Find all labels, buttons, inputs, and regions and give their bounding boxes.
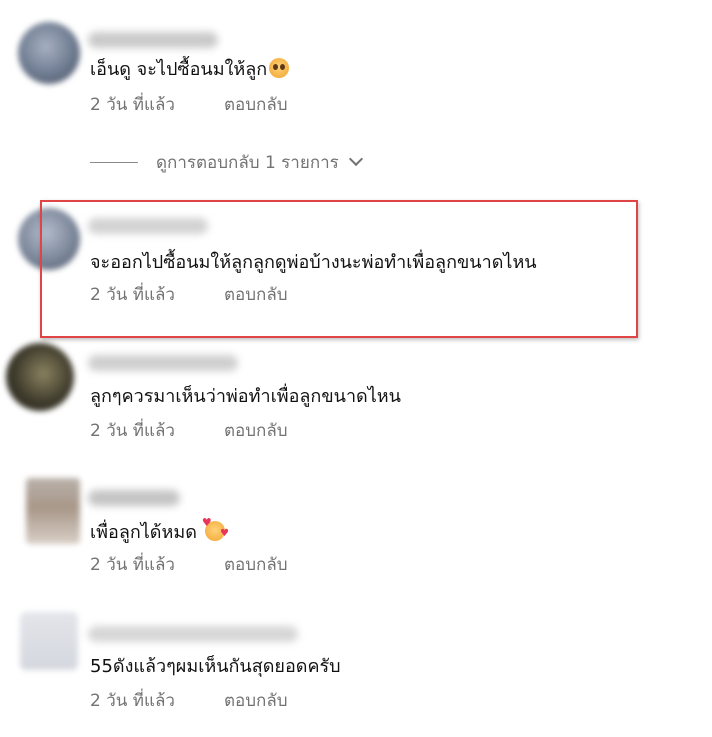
view-replies-button[interactable]: ดูการตอบกลับ 1 รายการ (90, 150, 363, 174)
comment-meta: 2 วัน ที่แล้ว ตอบกลับ (90, 94, 288, 116)
comment-text-content: เอ็นดู จะไปซื้อนมให้ลูก (90, 59, 268, 80)
user-avatar[interactable] (6, 343, 74, 411)
comment-text: 55ดังแล้วๆผมเห็นกันสุดยอดครับ (90, 655, 341, 679)
chevron-down-icon (348, 151, 363, 167)
comment-text: เอ็นดู จะไปซื้อนมให้ลูก (90, 58, 290, 82)
reply-button[interactable]: ตอบกลับ (224, 95, 288, 115)
smiling-face-with-hearts-icon (202, 517, 229, 541)
replies-divider (90, 161, 138, 163)
reply-button[interactable]: ตอบกลับ (224, 421, 288, 441)
username-blurred[interactable] (88, 355, 238, 371)
user-avatar[interactable] (26, 478, 80, 544)
reply-button[interactable]: ตอบกลับ (224, 691, 288, 711)
comment-text-content: ลูกๆควรมาเห็นว่าพ่อทำเพื่อลูกขนาดไหน (90, 386, 401, 407)
highlight-box (40, 200, 638, 338)
comment-meta: 2 วัน ที่แล้ว ตอบกลับ (90, 554, 288, 576)
username-blurred[interactable] (88, 490, 180, 506)
comment-text-content: เพื่อลูกได้หมด (90, 522, 197, 543)
comment-text: ลูกๆควรมาเห็นว่าพ่อทำเพื่อลูกขนาดไหน (90, 385, 401, 409)
comment-meta: 2 วัน ที่แล้ว ตอบกลับ (90, 690, 288, 712)
pleading-face-icon (269, 58, 290, 78)
comment-time: 2 วัน ที่แล้ว (90, 691, 175, 711)
user-avatar[interactable] (20, 612, 78, 670)
view-replies-label: ดูการตอบกลับ 1 รายการ (156, 152, 339, 173)
username-blurred[interactable] (88, 626, 298, 642)
reply-button[interactable]: ตอบกลับ (224, 555, 288, 575)
comment-time: 2 วัน ที่แล้ว (90, 555, 175, 575)
comment-meta: 2 วัน ที่แล้ว ตอบกลับ (90, 420, 288, 442)
comment-time: 2 วัน ที่แล้ว (90, 421, 175, 441)
comment-time: 2 วัน ที่แล้ว (90, 95, 175, 115)
username-blurred[interactable] (88, 32, 218, 48)
comment-text: เพื่อลูกได้หมด (90, 517, 229, 545)
user-avatar[interactable] (18, 22, 80, 84)
comment-text-content: 55ดังแล้วๆผมเห็นกันสุดยอดครับ (90, 656, 341, 677)
